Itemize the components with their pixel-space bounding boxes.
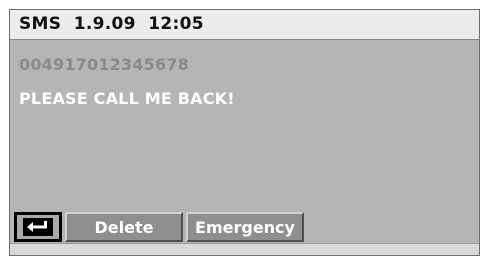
header-bar: SMS 1.9.09 12:05 [10, 10, 479, 40]
header-title: SMS 1.9.09 12:05 [19, 14, 204, 34]
sender-number: 004917012345678 [19, 55, 189, 74]
message-text: PLEASE CALL ME BACK! [19, 89, 235, 108]
bottom-toolbar: Delete Emergency [14, 212, 304, 242]
emergency-button[interactable]: Emergency [186, 212, 304, 242]
back-button[interactable] [14, 212, 62, 242]
return-arrow-icon [23, 218, 53, 236]
sms-screen: SMS 1.9.09 12:05 004917012345678 PLEASE … [9, 9, 480, 256]
delete-button[interactable]: Delete [65, 212, 183, 242]
footer-strip [10, 243, 479, 255]
